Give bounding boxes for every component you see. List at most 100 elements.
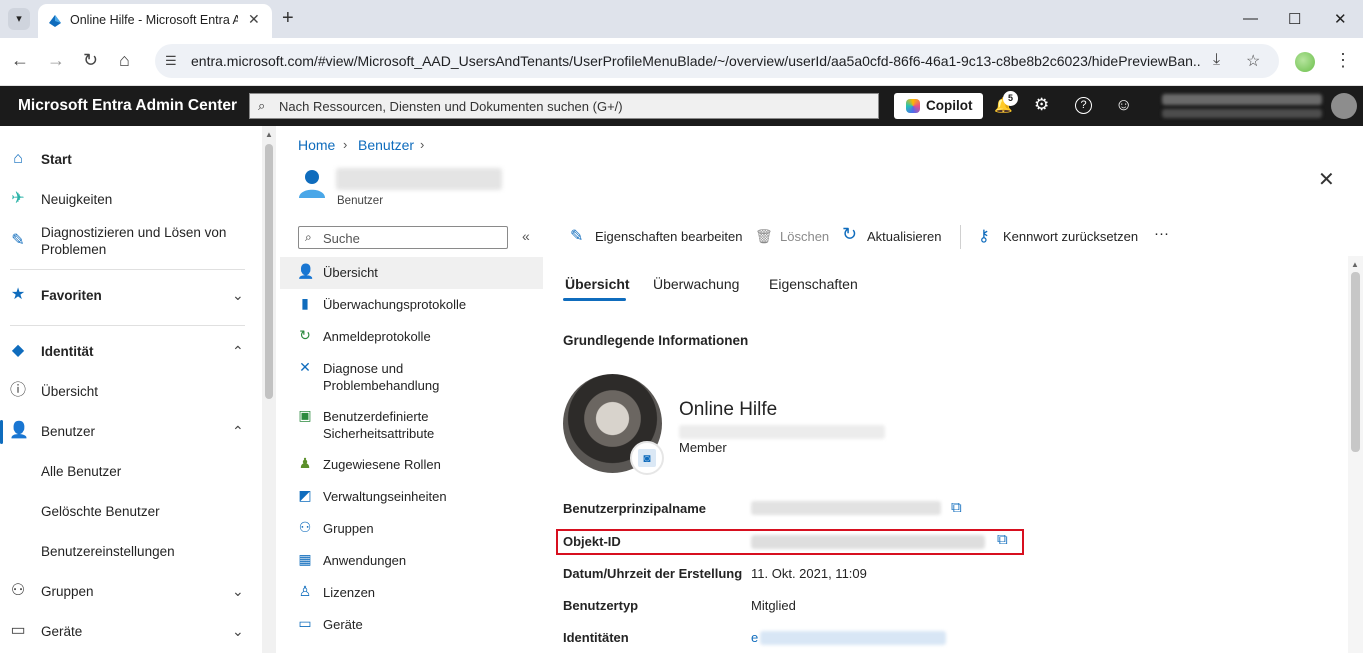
copy-object-id-icon[interactable]: ⧉: [997, 531, 1008, 548]
global-search-placeholder: Nach Ressourcen, Diensten und Dokumenten…: [279, 99, 623, 114]
account-name-redacted[interactable]: [1162, 94, 1322, 105]
window-close-button[interactable]: ✕: [1334, 10, 1347, 28]
nav-item-uebersicht[interactable]: ⓘ Übersicht: [0, 374, 262, 410]
groups-icon: ⚇: [10, 582, 26, 599]
brand-title[interactable]: Microsoft Entra Admin Center: [18, 97, 237, 115]
identities-value-redacted[interactable]: [760, 631, 946, 645]
nav-label: Gruppen: [41, 584, 94, 599]
user-type-label: Member: [679, 440, 727, 455]
nav-item-geloeschte-benutzer[interactable]: Gelöschte Benutzer: [0, 494, 262, 530]
breadcrumb-users[interactable]: Benutzer: [358, 137, 414, 153]
scroll-up-arrow-icon[interactable]: ▲: [1351, 260, 1359, 269]
tab-eigenschaften[interactable]: Eigenschaften: [769, 276, 858, 292]
tab-uebersicht[interactable]: Übersicht: [565, 276, 630, 292]
resource-item-anwendungen[interactable]: ▦ Anwendungen: [280, 545, 543, 577]
nav-item-geraete[interactable]: ▭ Geräte ⌄: [0, 614, 262, 650]
user-display-name: Online Hilfe: [679, 399, 778, 420]
delete-button[interactable]: Löschen: [780, 229, 829, 244]
nav-item-benutzer[interactable]: 👤 Benutzer ⌃: [0, 414, 262, 450]
resource-item-anmeldeprotokolle[interactable]: ↻ Anmeldeprotokolle: [280, 321, 543, 353]
resource-item-diagnose[interactable]: ✕ Diagnose und Problembehandlung: [280, 353, 543, 395]
chevron-down-icon: ▾: [16, 13, 22, 25]
tab-close-icon[interactable]: ✕: [248, 11, 260, 28]
url-text[interactable]: entra.microsoft.com/#view/Microsoft_AAD_…: [191, 53, 1201, 69]
chevron-up-icon[interactable]: ⌃: [232, 423, 244, 440]
browser-tab[interactable]: Online Hilfe - Microsoft Entra A ✕: [38, 4, 272, 38]
content-scrollbar[interactable]: ▲: [1348, 256, 1363, 653]
resource-search-placeholder: Suche: [323, 231, 360, 246]
browser-tabstrip: ▾ Online Hilfe - Microsoft Entra A ✕ + —…: [0, 0, 1363, 38]
resource-item-sicherheitsattribute[interactable]: ▣ Benutzerdefinierte Sicherheitsattribut…: [280, 401, 543, 443]
diagnose-icon: ✎: [11, 232, 25, 249]
reload-button[interactable]: ↻: [83, 50, 98, 71]
site-info-icon[interactable]: ☰: [165, 53, 177, 69]
help-icon[interactable]: ?: [1075, 97, 1092, 114]
nav-item-start[interactable]: ⌂ Start: [0, 142, 262, 178]
nav-item-gruppen[interactable]: ⚇ Gruppen ⌄: [0, 574, 262, 610]
account-avatar[interactable]: [1331, 93, 1357, 119]
copilot-button[interactable]: Copilot: [894, 93, 983, 119]
resource-menu-search-input[interactable]: ⌕ Suche: [298, 226, 508, 249]
home-button[interactable]: ⌂: [119, 50, 130, 71]
edit-pencil-icon[interactable]: ✎: [570, 226, 583, 246]
roles-icon: ♟: [298, 455, 312, 471]
maximize-button[interactable]: ☐: [1288, 10, 1301, 28]
delete-trash-icon[interactable]: 🗑: [755, 228, 773, 245]
resource-item-uebersicht[interactable]: 👤 Übersicht: [280, 257, 543, 289]
chevron-down-icon[interactable]: ⌄: [232, 287, 244, 304]
user-icon: 👤: [297, 263, 315, 279]
nav-label: Alle Benutzer: [41, 464, 122, 479]
browser-toolbar: ← → ↻ ⌂ ☰ entra.microsoft.com/#view/Micr…: [0, 38, 1363, 86]
tab-ueberwachung[interactable]: Überwachung: [653, 276, 739, 292]
resource-label: Überwachungsprotokolle: [323, 297, 467, 312]
key-icon[interactable]: ⚷: [978, 226, 990, 246]
tab-search-dropdown[interactable]: ▾: [8, 8, 30, 30]
chevron-up-icon[interactable]: ⌃: [232, 343, 244, 360]
edit-properties-button[interactable]: Eigenschaften bearbeiten: [595, 229, 742, 244]
browser-menu-icon[interactable]: ⋮: [1334, 50, 1352, 71]
back-button[interactable]: ←: [11, 50, 29, 71]
address-bar[interactable]: ☰ entra.microsoft.com/#view/Microsoft_AA…: [155, 44, 1279, 78]
property-value-identities[interactable]: e: [751, 630, 758, 645]
resource-item-gruppen[interactable]: ⚇ Gruppen: [280, 513, 543, 545]
nav-item-benutzereinstellungen[interactable]: Benutzereinstellungen: [0, 534, 262, 570]
scrollbar-thumb[interactable]: [1351, 272, 1360, 452]
resource-item-verwaltungseinheiten[interactable]: ◩ Verwaltungseinheiten: [280, 481, 543, 513]
settings-gear-icon[interactable]: ⚙: [1034, 95, 1049, 115]
left-nav-scrollbar[interactable]: ▲: [262, 126, 276, 653]
collapse-menu-icon[interactable]: «: [522, 228, 530, 244]
admin-units-icon: ◩: [298, 487, 312, 503]
copy-upn-icon[interactable]: ⧉: [951, 499, 962, 516]
resource-item-geraete[interactable]: ▭ Geräte: [280, 609, 543, 641]
reset-password-button[interactable]: Kennwort zurücksetzen: [1003, 229, 1138, 244]
breadcrumb-home[interactable]: Home: [298, 137, 335, 153]
chevron-down-icon[interactable]: ⌄: [232, 583, 244, 600]
close-blade-icon[interactable]: ✕: [1318, 167, 1335, 192]
refresh-button[interactable]: Aktualisieren: [867, 229, 941, 244]
security-attributes-icon: ▣: [298, 407, 312, 423]
resource-item-zugewiesene-rollen[interactable]: ♟ Zugewiesene Rollen: [280, 449, 543, 481]
extension-icon[interactable]: [1295, 52, 1315, 72]
nav-item-neuigkeiten[interactable]: ✈ Neuigkeiten: [0, 182, 262, 218]
nav-item-favoriten[interactable]: ★ Favoriten ⌄: [0, 278, 262, 314]
change-photo-button[interactable]: ◙: [630, 441, 664, 475]
new-tab-button[interactable]: +: [282, 8, 294, 28]
install-app-icon[interactable]: ⤓: [1213, 51, 1220, 69]
refresh-icon[interactable]: ↻: [842, 224, 857, 245]
more-commands-button[interactable]: ···: [1154, 225, 1169, 242]
account-tenant-redacted[interactable]: [1162, 109, 1322, 118]
chevron-down-icon[interactable]: ⌄: [232, 623, 244, 640]
nav-item-alle-benutzer[interactable]: Alle Benutzer: [0, 454, 262, 490]
global-search-input[interactable]: ⌕ Nach Ressourcen, Diensten und Dokument…: [249, 93, 879, 119]
bookmark-star-icon[interactable]: ☆: [1246, 51, 1260, 71]
resource-item-lizenzen[interactable]: ♙ Lizenzen: [280, 577, 543, 609]
feedback-icon[interactable]: ☺: [1115, 95, 1132, 115]
forward-button[interactable]: →: [47, 50, 65, 71]
scrollbar-thumb[interactable]: [265, 144, 273, 399]
nav-item-identitaet[interactable]: ◆ Identität ⌃: [0, 334, 262, 370]
scroll-up-arrow-icon[interactable]: ▲: [265, 130, 273, 139]
minimize-button[interactable]: —: [1243, 10, 1258, 27]
nav-item-diagnose[interactable]: ✎ Diagnostizieren und Lösen von Probleme…: [0, 222, 262, 262]
resource-item-ueberwachungsprotokolle[interactable]: ▮ Überwachungsprotokolle: [280, 289, 543, 321]
resource-label: Diagnose und Problembehandlung: [323, 361, 440, 393]
